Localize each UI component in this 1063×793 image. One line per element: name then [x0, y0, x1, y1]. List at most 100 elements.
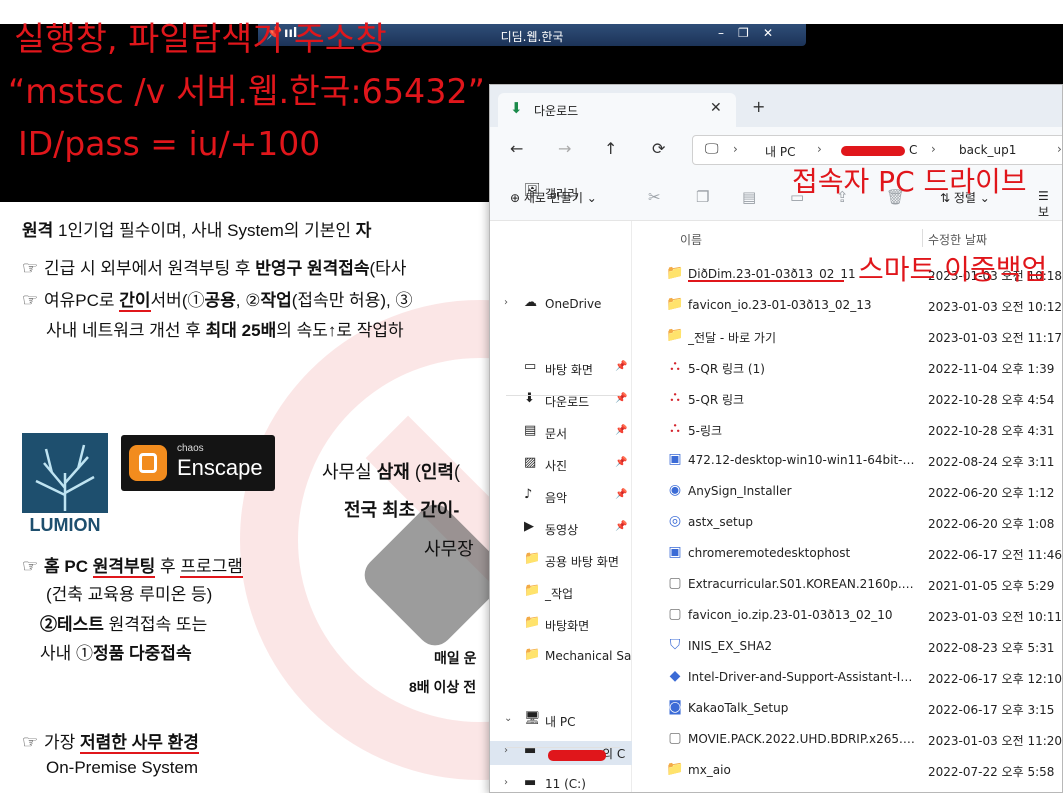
file-type-icon: 📁 [666, 761, 684, 777]
nav-item[interactable]: ♪ 음악 📌 [490, 485, 632, 509]
file-row[interactable]: ▢ Extracurricular.S01.KOREAN.2160p.NF....… [632, 569, 1062, 600]
nav-item[interactable]: ▬ 11 (C:) › [490, 773, 632, 792]
nav-item[interactable]: 📁 바탕화면 [490, 613, 632, 637]
expand-chevron-icon[interactable]: ⌄ [504, 713, 512, 724]
nav-item[interactable]: ▨ 사진 📌 [490, 453, 632, 477]
annotation-client-drive: 접속자 PC 드라이브 [792, 165, 1027, 198]
minimize-button[interactable]: – [718, 26, 724, 40]
file-name: AnySign_Installer [688, 484, 792, 498]
file-row[interactable]: ⛬ 5-링크 2022-10-28 오후 4:31 [632, 414, 1062, 445]
breadcrumb-drive[interactable]: C [909, 143, 917, 157]
nav-item[interactable]: 📁 Mechanical San [490, 645, 639, 669]
nav-item[interactable]: 🖥 내 PC ⌄ [490, 709, 632, 733]
file-row[interactable]: ◉ AnySign_Installer 2022-06-20 오후 1:12 [632, 476, 1062, 507]
file-row[interactable]: ▣ 472.12-desktop-win10-win11-64bit-int...… [632, 445, 1062, 476]
copy-icon[interactable]: ❐ [696, 188, 709, 206]
slide-cheap: ☞ 가장 저렴한 사무 환경 [22, 732, 199, 754]
file-modified-date: 2023-01-03 오전 10:12 [928, 300, 1063, 314]
enscape-wordmark: Enscape [177, 455, 263, 480]
file-modified-date: 2022-10-28 오후 4:31 [928, 424, 1055, 438]
file-row[interactable]: ◆ Intel-Driver-and-Support-Assistant-Inst… [632, 662, 1062, 693]
file-name: favicon_io.zip.23-01-03ð13_02_10 [688, 608, 893, 622]
file-name: 5-링크 [688, 424, 723, 438]
nav-item[interactable]: ▭ 바탕 화면 📌 [490, 357, 632, 381]
file-modified-date: 2021-01-05 오후 5:29 [928, 579, 1055, 593]
restore-button[interactable]: ❐ [738, 26, 749, 40]
nav-item[interactable]: ☁ OneDrive › [490, 293, 632, 317]
forward-button[interactable]: → [558, 139, 571, 158]
nav-item[interactable]: 🖼 갤러리 [490, 181, 632, 205]
nav-item-label: 갤러리 [545, 187, 579, 201]
tab-close-icon[interactable]: ✕ [710, 100, 722, 116]
file-row[interactable]: 📁 favicon_io.23-01-03ð13_02_13 2023-01-03 … [632, 290, 1063, 321]
view-button[interactable]: ☰ 보 [1038, 189, 1062, 220]
file-type-icon: ⛬ [670, 389, 680, 405]
nav-item[interactable]: 📁 _작업 [490, 581, 632, 605]
column-header-name[interactable]: 이름 [680, 231, 702, 248]
file-type-icon: 📁 [666, 327, 684, 343]
nav-item-icon: ▬ [524, 775, 537, 790]
file-row[interactable]: ▢ favicon_io.zip.23-01-03ð13_02_10 2023-01… [632, 600, 1062, 631]
file-name: chromeremotedesktophost [688, 546, 851, 560]
breadcrumb-backup-folder[interactable]: back_up1 [959, 143, 1016, 157]
breadcrumb-this-pc[interactable]: 내 PC [765, 143, 795, 160]
navigation-pane: 🖼 갤러리 ☁ OneDrive › ▭ 바탕 화면 📌 ⬇ 다운로드 📌 ▤ 문서 📌 ▨ 사진 📌 ♪ 음악 📌 ▶… [490, 183, 639, 792]
file-type-icon: ◆ [669, 668, 681, 684]
slide-test-remote: ②테스트 원격접속 또는 [40, 615, 208, 634]
file-row[interactable]: ⛬ 5-QR 링크 (1) 2022-11-04 오후 1:39 [632, 352, 1062, 383]
nav-item[interactable]: 📁 공용 바탕 화면 [490, 549, 632, 573]
file-row[interactable]: ▣ chromeremotedesktophost 2022-06-17 오전 11… [632, 538, 1062, 569]
file-type-icon: 📁 [666, 265, 684, 281]
enscape-chaos-text: chaos [177, 443, 204, 454]
pin-icon[interactable]: 📌 [615, 457, 627, 468]
file-name: MOVIE.PACK.2022.UHD.BDRIP.x265.AC... [688, 732, 916, 746]
nav-item-icon: ▨ [524, 455, 537, 470]
slide-office2: 사무장 [424, 539, 474, 559]
nav-item-label: 내 PC [545, 715, 576, 729]
file-row[interactable]: ⛬ 5-QR 링크 2022-10-28 오후 4:54 [632, 383, 1062, 414]
slide-bullet-emergency: ☞ 긴급 시 외부에서 원격부팅 후 반영구 원격접속(타사 [22, 258, 407, 278]
slide-office: 사무실 삼재 (인력( [322, 462, 460, 482]
back-button[interactable]: ← [510, 139, 523, 158]
pin-icon[interactable]: 📌 [615, 425, 627, 436]
up-button[interactable]: ↑ [604, 139, 617, 158]
new-tab-button[interactable]: + [752, 97, 765, 116]
nav-item-icon: ▶ [524, 519, 534, 534]
file-type-icon: ◉ [668, 482, 682, 498]
file-type-icon: ▣ [668, 451, 682, 467]
cut-icon[interactable]: ✂ [648, 188, 661, 206]
nav-item-label: 바탕 화면 [545, 363, 593, 377]
nav-item[interactable]: ▶ 동영상 📌 [490, 517, 632, 541]
tab-downloads[interactable]: ⬇ 다운로드 ✕ [498, 93, 736, 127]
pin-icon[interactable]: 📌 [615, 361, 627, 372]
file-row[interactable]: ◎ astx_setup 2022-06-20 오후 1:08 [632, 507, 1062, 538]
close-button[interactable]: ✕ [763, 26, 773, 40]
file-row[interactable]: ◙ KakaoTalk_Setup 2022-06-17 오후 3:15 [632, 693, 1062, 724]
paste-icon[interactable]: ▤ [742, 188, 756, 206]
file-modified-date: 2022-06-20 오후 1:08 [928, 517, 1055, 531]
pin-icon[interactable]: 📌 [615, 489, 627, 500]
refresh-button[interactable]: ⟳ [652, 139, 665, 158]
expand-chevron-icon[interactable]: › [504, 777, 508, 788]
file-name: INIS_EX_SHA2 [688, 639, 772, 653]
nav-item-label: 11 (C:) [545, 777, 586, 791]
file-row[interactable]: 📁 mx_aio 2022-07-22 오후 5:58 [632, 755, 1062, 786]
nav-item-label: 문서 [545, 427, 568, 441]
nav-item[interactable]: ⬇ 다운로드 📌 [490, 389, 632, 413]
nav-item-label: 사진 [545, 459, 568, 473]
annotation-smart-backup: 스마트 이중백업 [858, 253, 1048, 286]
file-type-icon: ⛬ [670, 420, 680, 436]
file-row[interactable]: ▢ MOVIE.PACK.2022.UHD.BDRIP.x265.AC... 202… [632, 724, 1062, 755]
nav-item[interactable]: ▬ 의 C › [490, 741, 632, 765]
nav-item[interactable]: ▤ 문서 📌 [490, 421, 632, 445]
column-header-date[interactable]: 수정한 날짜 [928, 231, 987, 248]
file-row[interactable]: ⛉ INIS_EX_SHA2 2022-08-23 오후 5:31 [632, 631, 1062, 662]
slide-home-pc: ☞ 홈 PC 원격부팅 후 프로그램 [22, 556, 243, 578]
pin-icon[interactable]: 📌 [615, 521, 627, 532]
nav-item-icon: ♪ [524, 487, 533, 502]
file-type-icon: 📁 [666, 296, 684, 312]
file-row[interactable]: 📁 _전달 - 바로 가기 2023-01-03 오전 11:17 [632, 321, 1062, 352]
redaction-mark [548, 750, 606, 761]
slide-home-sub: (건축 교육용 루미온 등) [46, 585, 213, 604]
expand-chevron-icon[interactable]: › [504, 297, 508, 308]
